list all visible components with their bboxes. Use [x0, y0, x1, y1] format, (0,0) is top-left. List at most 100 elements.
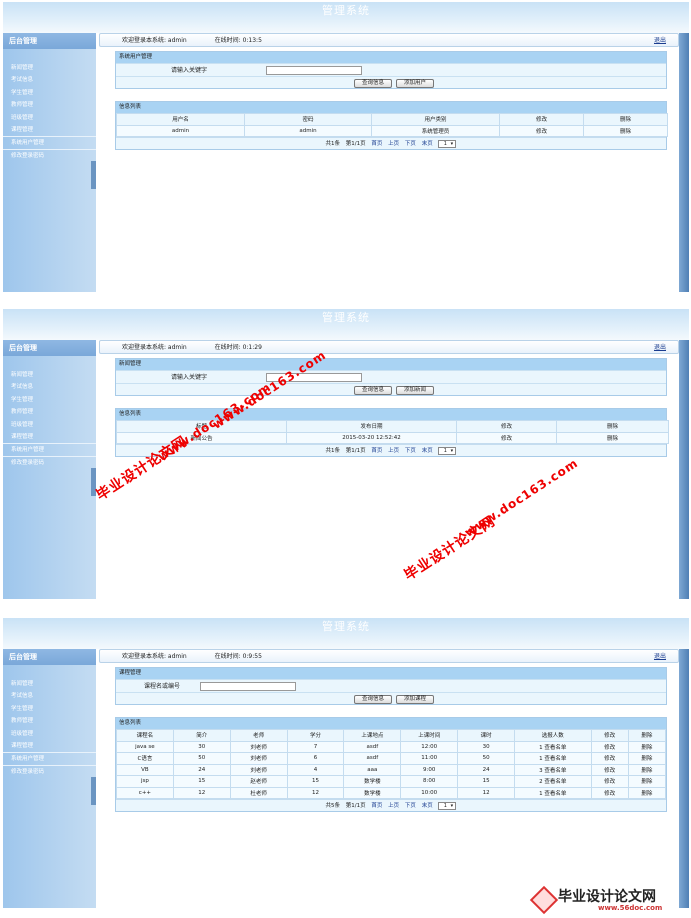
- sidebar-item[interactable]: 学生管理: [3, 87, 96, 99]
- page-select[interactable]: 1 ▾: [438, 801, 457, 810]
- prev-page-link[interactable]: 上页: [388, 448, 399, 454]
- table-cell: 2015-03-20 12:52:42: [286, 431, 457, 444]
- top-banner: 管理系统: [3, 309, 689, 340]
- sidebar-item[interactable]: 系统用户管理: [3, 443, 96, 455]
- info-bar: 欢迎登录本系统: admin 在线时间: 0:9:55 退出: [99, 649, 679, 663]
- last-page-link[interactable]: 末页: [422, 141, 433, 147]
- data-table: 用户名 密码 用户类别 修改 删除 admin admin 系统管理员 修改 删除: [116, 113, 668, 137]
- sidebar-item[interactable]: 教师管理: [3, 99, 96, 111]
- table-cell: c++: [116, 786, 174, 799]
- page-select-value: 1: [443, 802, 447, 809]
- add-button[interactable]: 添加新闻: [396, 386, 434, 395]
- table-cell[interactable]: 修改: [590, 786, 629, 799]
- sidebar-item[interactable]: 考试信息: [3, 690, 96, 702]
- sidebar-item[interactable]: 班级管理: [3, 419, 96, 431]
- table-cell: asdf: [343, 740, 402, 753]
- page-select-value: 1: [443, 447, 447, 454]
- table-cell: 50: [172, 752, 231, 765]
- sidebar-item[interactable]: 考试信息: [3, 381, 96, 393]
- table-cell[interactable]: 修改: [590, 775, 629, 788]
- sidebar-item[interactable]: 课程管理: [3, 431, 96, 443]
- sidebar-item[interactable]: 系统用户管理: [3, 136, 96, 148]
- table-cell: 数学楼: [343, 775, 402, 788]
- sidebar-item[interactable]: 新闻管理: [3, 62, 96, 74]
- logout-link[interactable]: 退出: [654, 650, 666, 664]
- sidebar-item[interactable]: 班级管理: [3, 112, 96, 124]
- table-cell[interactable]: 删除: [627, 752, 667, 765]
- page-indicator: 第1/1页: [345, 448, 366, 454]
- table-row: java se 30 刘老师 7 asdf 12:00 30 1 查看名单 修改 删除: [116, 740, 667, 753]
- scrollbar[interactable]: [679, 340, 689, 599]
- screen-panel: 管理系统 后台管理 新闻管理 考试信息 学生管理 教师管理 班级管理 课程管理 系统用户管理…: [3, 2, 689, 292]
- sidebar-item[interactable]: 新闻管理: [3, 369, 96, 381]
- prev-page-link[interactable]: 上页: [388, 803, 399, 809]
- table-cell: 数学楼: [343, 786, 402, 799]
- next-page-link[interactable]: 下页: [405, 141, 416, 147]
- sidebar-item[interactable]: 班级管理: [3, 728, 96, 740]
- first-page-link[interactable]: 首页: [371, 448, 382, 454]
- table-cell[interactable]: 删除: [627, 775, 667, 788]
- query-button[interactable]: 查询信息: [354, 386, 392, 395]
- last-page-link[interactable]: 末页: [422, 803, 433, 809]
- table-cell[interactable]: 修改: [590, 752, 629, 765]
- sidebar-item[interactable]: 教师管理: [3, 406, 96, 418]
- sidebar-item[interactable]: 修改登录密码: [3, 764, 96, 777]
- column-header: 简介: [172, 729, 231, 742]
- column-header: 修改: [456, 420, 557, 433]
- table-cell[interactable]: 删除: [627, 763, 667, 776]
- table-cell: 杜老师: [229, 786, 288, 799]
- sidebar-item[interactable]: 学生管理: [3, 703, 96, 715]
- scrollbar[interactable]: [679, 33, 689, 292]
- table-cell[interactable]: 删除: [556, 431, 669, 444]
- logout-link[interactable]: 退出: [654, 341, 666, 355]
- sidebar-item[interactable]: 学生管理: [3, 394, 96, 406]
- logout-link[interactable]: 退出: [654, 34, 666, 48]
- sidebar-toggle-handle[interactable]: [91, 161, 96, 189]
- last-page-link[interactable]: 末页: [422, 448, 433, 454]
- table-cell[interactable]: 修改: [499, 124, 584, 137]
- table-cell[interactable]: 修改: [590, 763, 629, 776]
- page-select-value: 1: [443, 140, 447, 147]
- table-cell: 2 查看名单: [514, 775, 592, 788]
- next-page-link[interactable]: 下页: [405, 803, 416, 809]
- sidebar-item[interactable]: 课程管理: [3, 124, 96, 136]
- sidebar-item[interactable]: 教师管理: [3, 715, 96, 727]
- table-cell[interactable]: 修改: [456, 431, 557, 444]
- table-cell[interactable]: 删除: [627, 786, 667, 799]
- table-cell: 12: [172, 786, 231, 799]
- scrollbar[interactable]: [679, 649, 689, 908]
- first-page-link[interactable]: 首页: [371, 141, 382, 147]
- sidebar-item[interactable]: 修改登录密码: [3, 455, 96, 468]
- add-button[interactable]: 添加用户: [396, 79, 434, 88]
- search-input[interactable]: [200, 682, 296, 691]
- table-cell: 30: [457, 740, 516, 753]
- table-cell[interactable]: 修改: [590, 740, 629, 753]
- page-select[interactable]: 1 ▾: [438, 446, 457, 455]
- list-title: 信息列表: [116, 102, 666, 113]
- query-button[interactable]: 查询信息: [354, 695, 392, 704]
- table-cell: admin: [116, 124, 245, 137]
- table-cell[interactable]: 删除: [583, 124, 668, 137]
- table-cell: asdf: [343, 752, 402, 765]
- column-header: 课时: [457, 729, 516, 742]
- table-cell[interactable]: 删除: [627, 740, 667, 753]
- sidebar-item[interactable]: 课程管理: [3, 740, 96, 752]
- table-cell: 9:00: [400, 763, 459, 776]
- sidebar-item[interactable]: 系统用户管理: [3, 752, 96, 764]
- table-cell: jsp: [116, 775, 174, 788]
- query-button[interactable]: 查询信息: [354, 79, 392, 88]
- add-button[interactable]: 添加课程: [396, 695, 434, 704]
- page-select[interactable]: 1 ▾: [438, 139, 457, 148]
- sidebar-item[interactable]: 新闻管理: [3, 678, 96, 690]
- next-page-link[interactable]: 下页: [405, 448, 416, 454]
- table-cell: 15: [172, 775, 231, 788]
- search-input[interactable]: [266, 66, 362, 75]
- sidebar-toggle-handle[interactable]: [91, 777, 96, 805]
- search-box: 系统用户管理 请输入关键字 查询信息 添加用户: [115, 51, 667, 89]
- sidebar-item[interactable]: 考试信息: [3, 74, 96, 86]
- first-page-link[interactable]: 首页: [371, 803, 382, 809]
- sidebar-item[interactable]: 修改登录密码: [3, 148, 96, 161]
- table-cell: 12: [286, 786, 345, 799]
- prev-page-link[interactable]: 上页: [388, 141, 399, 147]
- welcome-text: 欢迎登录本系统: admin: [122, 653, 187, 660]
